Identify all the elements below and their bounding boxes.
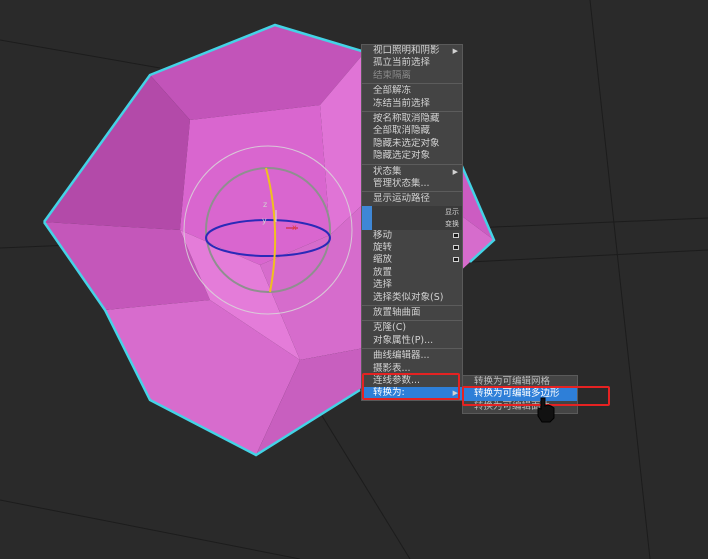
menu-item-label: 显示运动路径: [373, 193, 431, 205]
settings-box-icon[interactable]: [453, 232, 459, 238]
gizmo-axis-z: z: [263, 200, 267, 209]
quad-title: 显示: [445, 207, 459, 216]
menu-separator: [362, 110, 462, 112]
menu-item-label: 对象属性(P)...: [373, 334, 434, 346]
menu-item-label: 移动: [373, 229, 393, 241]
menu-item-label: 旋转: [373, 242, 393, 254]
menu-item-label: 选择: [373, 279, 393, 291]
menu-item[interactable]: 全部取消隐藏: [362, 125, 462, 137]
menu-item[interactable]: 隐藏选定对象: [362, 150, 462, 162]
quad-menu-bar: 显示: [362, 205, 462, 218]
scene-canvas[interactable]: z y x: [0, 0, 708, 559]
menu-separator: [362, 320, 462, 322]
menu-item[interactable]: 冻结当前选择: [362, 98, 462, 110]
hand-cursor-icon: [537, 397, 555, 423]
menu-item[interactable]: 缩放: [362, 254, 462, 266]
menu-item-label: 全部取消隐藏: [373, 125, 431, 137]
menu-item[interactable]: 按名称取消隐藏: [362, 113, 462, 125]
settings-box-icon[interactable]: [453, 257, 459, 263]
quad-menu[interactable]: 视口照明和阴影 ▶ 孤立当前选择 结束隔离全部解冻 冻结当前选择 按名称取消隐藏 全部取消隐…: [361, 44, 463, 401]
quad-menu-bar: 变换: [362, 217, 462, 230]
quad-color-swatch: [362, 217, 372, 230]
menu-item[interactable]: 克隆(C): [362, 322, 462, 334]
menu-item-label: 全部解冻: [373, 85, 412, 97]
menu-item-label: 冻结当前选择: [373, 97, 431, 109]
menu-item[interactable]: 视口照明和阴影 ▶: [362, 45, 462, 57]
menu-separator: [362, 163, 462, 165]
menu-item[interactable]: 隐藏未选定对象: [362, 138, 462, 150]
menu-item-label: 克隆(C): [373, 322, 407, 334]
menu-item[interactable]: 放置轴曲面: [362, 307, 462, 319]
menu-item[interactable]: 管理状态集...: [362, 178, 462, 190]
submenu-arrow-icon: ▶: [452, 47, 458, 55]
annotation-box-convert-to: [362, 373, 460, 400]
menu-item-label: 放置: [373, 266, 393, 278]
menu-separator: [362, 191, 462, 193]
menu-item[interactable]: 孤立当前选择: [362, 57, 462, 69]
menu-separator: [362, 83, 462, 85]
menu-item[interactable]: 显示运动路径: [362, 193, 462, 205]
menu-separator: [362, 305, 462, 307]
menu-item[interactable]: 曲线编辑器...: [362, 350, 462, 362]
menu-item[interactable]: 选择类似对象(S): [362, 292, 462, 304]
menu-item-label: 隐藏选定对象: [373, 150, 431, 162]
menu-item-label: 放置轴曲面: [373, 307, 421, 319]
menu-item-label: 状态集: [373, 165, 402, 177]
menu-item-label: 视口照明和阴影: [373, 45, 440, 56]
menu-item[interactable]: 旋转: [362, 242, 462, 254]
menu-separator: [362, 348, 462, 350]
submenu-arrow-icon: ▶: [452, 167, 458, 176]
menu-item-label: 选择类似对象(S): [373, 291, 444, 303]
menu-item-label: 结束隔离: [373, 69, 412, 81]
gizmo-axis-x: x: [292, 223, 297, 232]
settings-box-icon[interactable]: [453, 245, 459, 251]
menu-item[interactable]: 结束隔离: [362, 70, 462, 82]
menu-item[interactable]: 选择: [362, 279, 462, 291]
menu-item[interactable]: 移动: [362, 230, 462, 242]
menu-item-label: 曲线编辑器...: [373, 350, 430, 362]
menu-item[interactable]: 对象属性(P)...: [362, 335, 462, 347]
menu-item[interactable]: 放置: [362, 267, 462, 279]
viewport-perspective[interactable]: z y x 视口照明和阴影 ▶ 孤立当前选择 结束隔离全部解冻 冻结当前选择 按名称取消隐…: [0, 0, 708, 559]
menu-item[interactable]: 状态集 ▶: [362, 166, 462, 178]
quad-color-swatch: [362, 205, 372, 218]
menu-item-label: 按名称取消隐藏: [373, 112, 440, 124]
menu-item-label: 摄影表...: [373, 362, 411, 374]
menu-item-label: 缩放: [373, 254, 393, 266]
quad-title: 变换: [445, 219, 459, 228]
menu-item[interactable]: 全部解冻: [362, 85, 462, 97]
menu-item-label: 管理状态集...: [373, 177, 430, 189]
menu-item-label: 隐藏未选定对象: [373, 137, 440, 149]
gizmo-axis-y: y: [262, 216, 267, 225]
menu-item-label: 孤立当前选择: [373, 57, 431, 69]
